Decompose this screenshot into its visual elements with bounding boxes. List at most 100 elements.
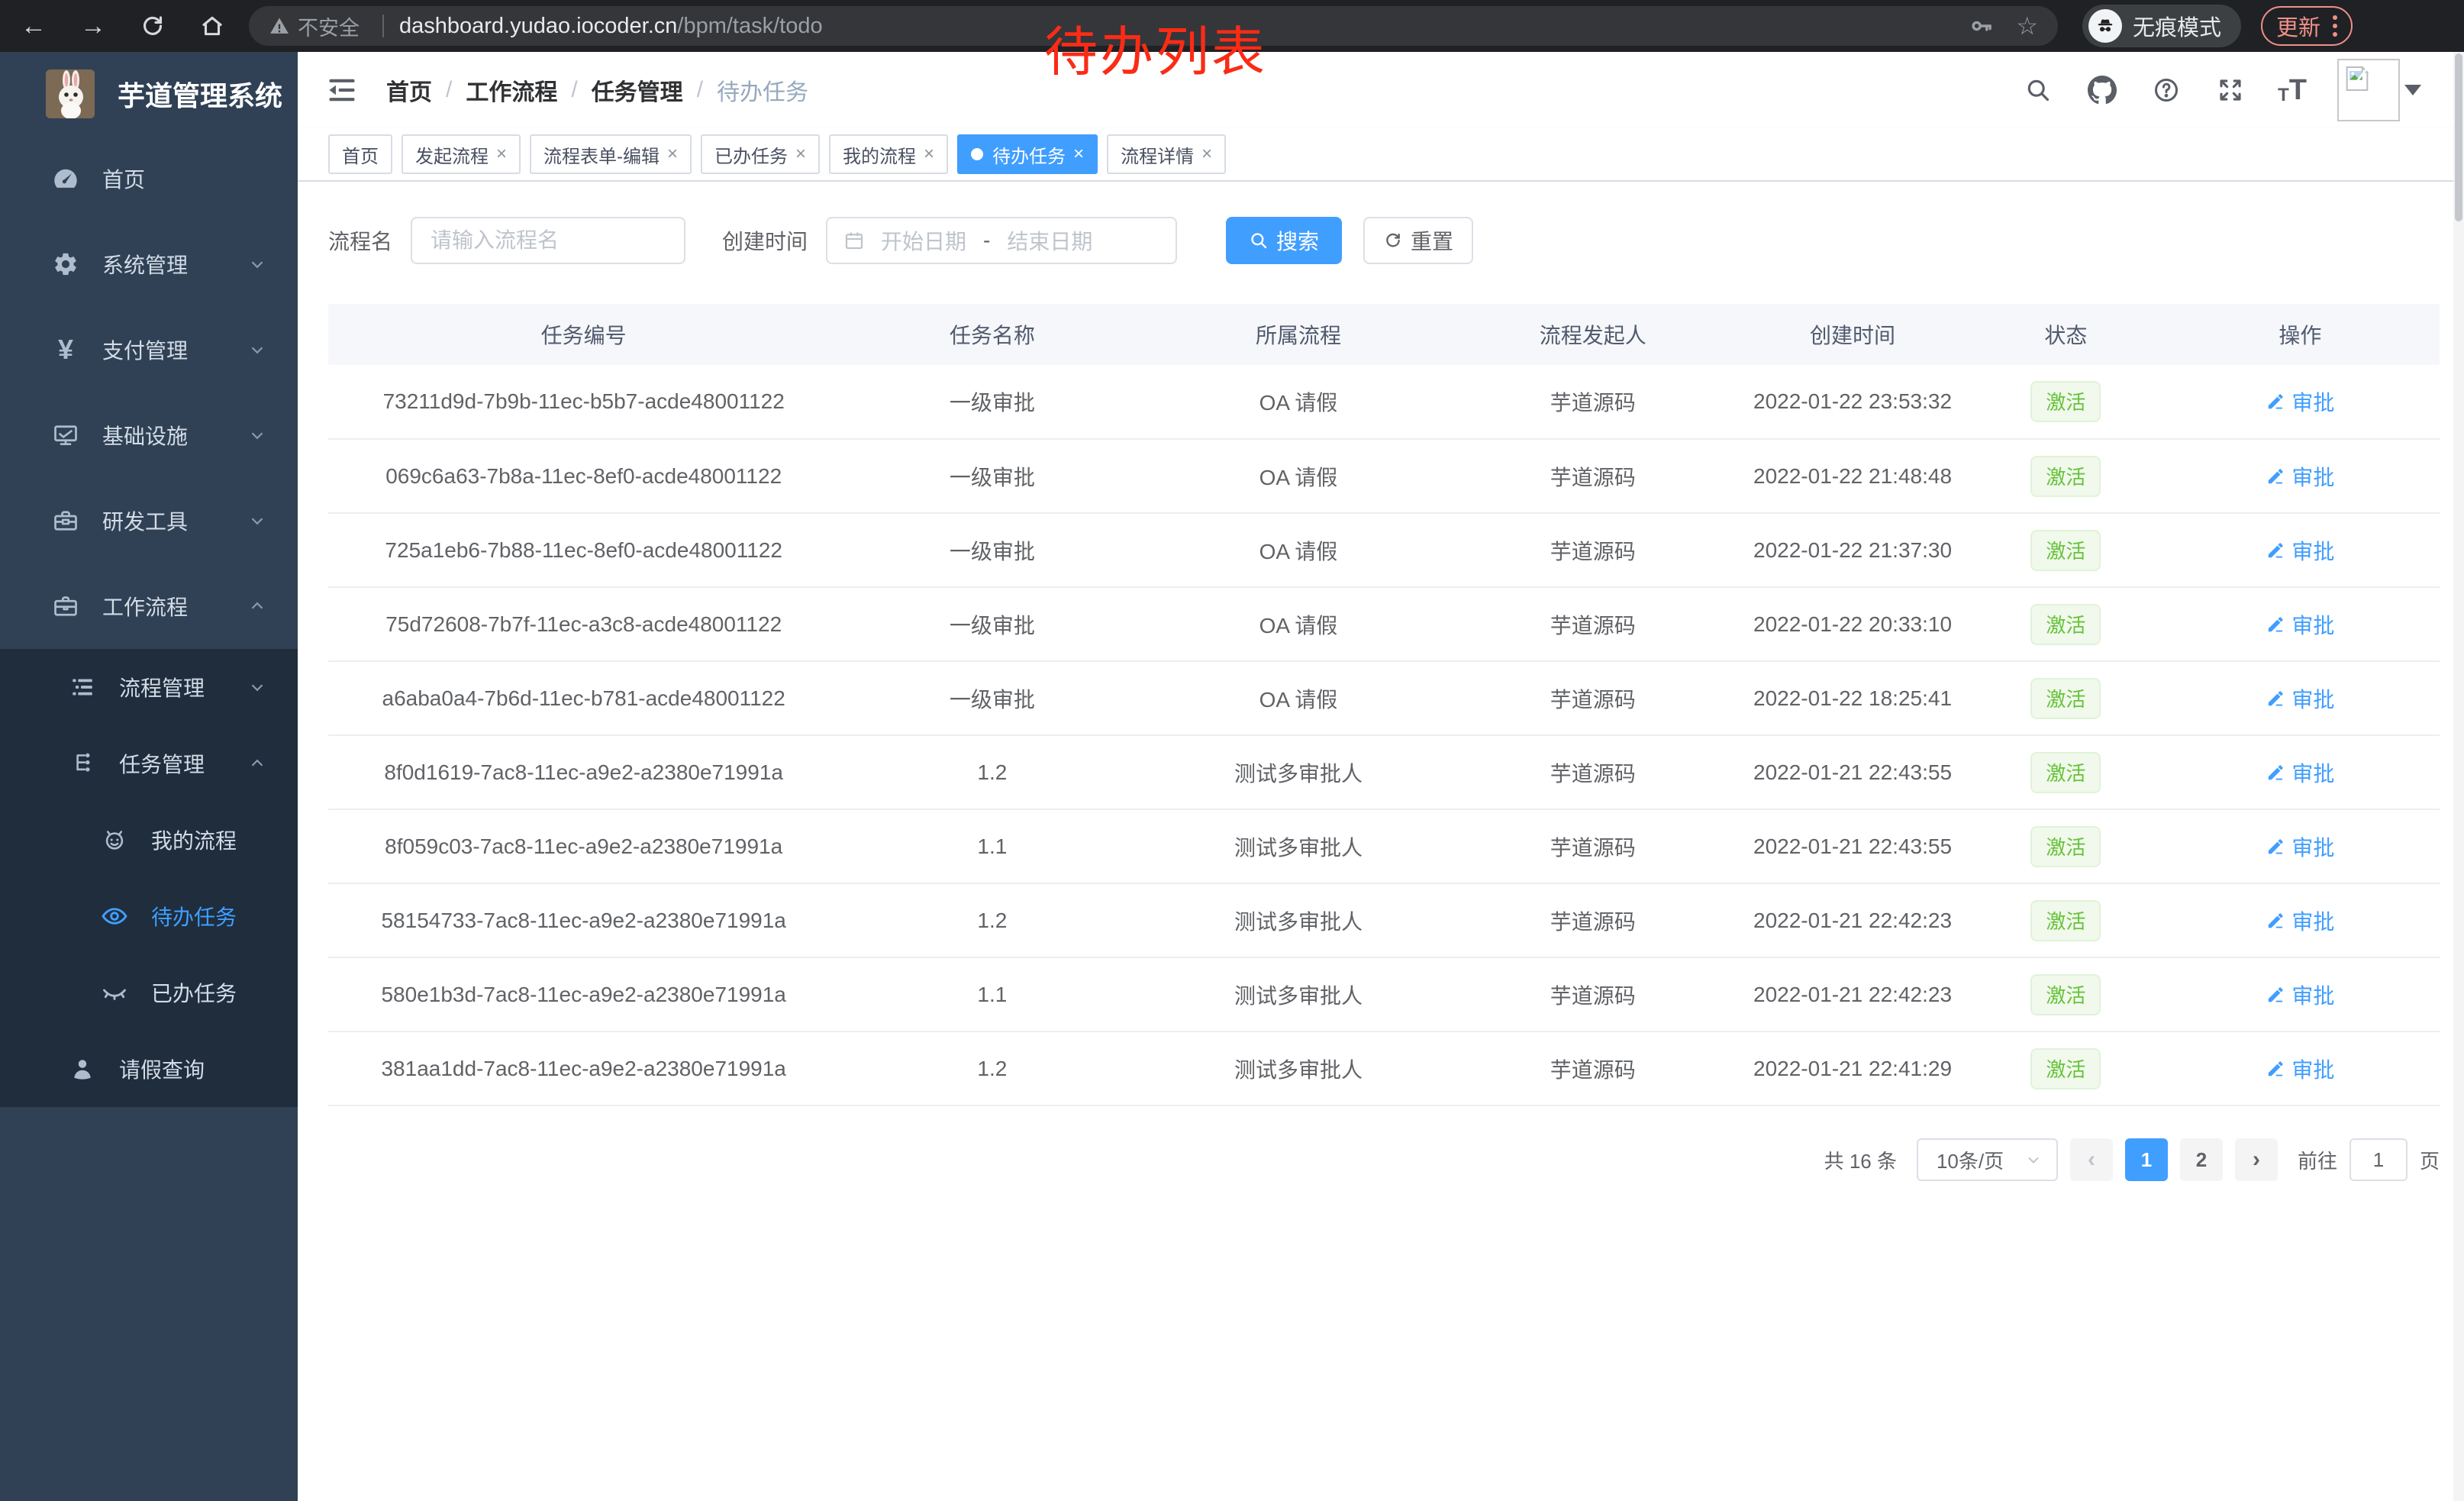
approve-link[interactable]: 审批 xyxy=(2266,386,2334,417)
breadcrumb-task-mgmt[interactable]: 任务管理 xyxy=(592,73,683,107)
filter-form: 流程名 创建时间 开始日期 - 结束日期 搜索 xyxy=(328,217,2440,264)
avatar-dropdown-caret[interactable] xyxy=(2404,85,2421,95)
approve-link[interactable]: 审批 xyxy=(2266,905,2334,936)
sidebar-collapse-icon[interactable] xyxy=(325,73,359,107)
sidebar-item-infra[interactable]: 基础设施 xyxy=(0,392,298,478)
close-icon[interactable]: × xyxy=(1073,144,1084,165)
address-bar[interactable]: 不安全 dashboard.yudao.iocoder.cn/bpm/task/… xyxy=(249,6,2058,46)
task-name-cell: 1.2 xyxy=(839,1031,1145,1106)
sidebar-item-leave-query[interactable]: 请假查询 xyxy=(0,1031,298,1107)
sidebar-item-label: 基础设施 xyxy=(102,420,247,450)
sidebar-item-payment[interactable]: ¥ 支付管理 xyxy=(0,307,298,392)
approve-link[interactable]: 审批 xyxy=(2266,831,2334,862)
scrollbar-thumb[interactable] xyxy=(2455,53,2462,221)
sidebar-item-label: 支付管理 xyxy=(102,334,247,365)
breadcrumb-home[interactable]: 首页 xyxy=(386,73,432,107)
process-cell: OA 请假 xyxy=(1145,587,1451,661)
page-1-button[interactable]: 1 xyxy=(2125,1138,2168,1181)
browser-forward-icon[interactable]: → xyxy=(76,9,110,43)
refresh-icon xyxy=(1383,231,1403,250)
page-size-select[interactable]: 10条/页 xyxy=(1917,1138,2058,1181)
browser-menu-icon[interactable] xyxy=(2333,15,2337,37)
prev-page-button[interactable]: ‹ xyxy=(2070,1138,2113,1181)
sidebar-item-process-mgmt[interactable]: 流程管理 xyxy=(0,649,298,725)
starter-cell: 芋道源码 xyxy=(1451,661,1734,735)
close-icon[interactable]: × xyxy=(496,144,507,165)
approve-link[interactable]: 审批 xyxy=(2266,757,2334,788)
next-page-button[interactable]: › xyxy=(2235,1138,2278,1181)
reset-button[interactable]: 重置 xyxy=(1363,217,1473,264)
process-cell: OA 请假 xyxy=(1145,439,1451,513)
edit-pencil-icon xyxy=(2266,392,2285,412)
tab-home[interactable]: 首页 xyxy=(328,134,392,174)
goto-page-input[interactable] xyxy=(2350,1138,2408,1181)
page-unit-label: 页 xyxy=(2420,1146,2440,1174)
sidebar-item-home[interactable]: 首页 xyxy=(0,136,298,221)
sidebar-item-label: 任务管理 xyxy=(119,748,247,779)
action-cell: 审批 xyxy=(2161,587,2440,661)
sidebar-item-done-tasks[interactable]: 已办任务 xyxy=(0,954,298,1031)
close-icon[interactable]: × xyxy=(1201,144,1212,165)
page-scrollbar[interactable] xyxy=(2453,52,2464,1501)
col-status: 状态 xyxy=(1971,304,2161,365)
task-name-cell: 一级审批 xyxy=(839,587,1145,661)
approve-link[interactable]: 审批 xyxy=(2266,980,2334,1010)
avatar[interactable] xyxy=(2337,59,2400,121)
action-cell: 审批 xyxy=(2161,1031,2440,1106)
tab-process-detail[interactable]: 流程详情× xyxy=(1107,134,1226,174)
approve-link[interactable]: 审批 xyxy=(2266,609,2334,640)
approve-link[interactable]: 审批 xyxy=(2266,1054,2334,1084)
date-range-picker[interactable]: 开始日期 - 结束日期 xyxy=(826,217,1177,264)
status-badge: 激活 xyxy=(2030,381,2101,422)
browser-reload-icon[interactable] xyxy=(136,9,169,43)
tab-form-edit[interactable]: 流程表单-编辑× xyxy=(530,134,692,174)
edit-pencil-icon xyxy=(2266,985,2285,1005)
chevron-down-icon xyxy=(247,677,267,697)
sidebar-item-workflow[interactable]: 工作流程 xyxy=(0,563,298,649)
search-icon[interactable] xyxy=(2021,73,2055,107)
tab-todo-tasks[interactable]: 待办任务× xyxy=(957,134,1098,174)
starter-cell: 芋道源码 xyxy=(1451,883,1734,957)
task-id-cell: 58154733-7ac8-11ec-a9e2-a2380e71991a xyxy=(328,883,839,957)
sidebar-item-my-process[interactable]: 我的流程 xyxy=(0,802,298,878)
sidebar-item-system[interactable]: 系统管理 xyxy=(0,221,298,307)
browser-update-button[interactable]: 更新 xyxy=(2261,6,2353,46)
approve-link[interactable]: 审批 xyxy=(2266,683,2334,714)
close-icon[interactable]: × xyxy=(924,144,934,165)
help-icon[interactable] xyxy=(2150,73,2183,107)
fullscreen-icon[interactable] xyxy=(2214,73,2247,107)
update-label: 更新 xyxy=(2276,10,2320,42)
page-2-button[interactable]: 2 xyxy=(2180,1138,2223,1181)
sidebar-item-task-mgmt[interactable]: 任务管理 xyxy=(0,725,298,802)
tab-start-process[interactable]: 发起流程× xyxy=(402,134,521,174)
tab-my-process[interactable]: 我的流程× xyxy=(829,134,948,174)
tab-done-tasks[interactable]: 已办任务× xyxy=(701,134,820,174)
close-icon[interactable]: × xyxy=(795,144,806,165)
approve-link[interactable]: 审批 xyxy=(2266,535,2334,566)
create-time-cell: 2022-01-21 22:43:55 xyxy=(1734,735,1971,809)
approve-link[interactable]: 审批 xyxy=(2266,461,2334,492)
table-row: 75d72608-7b7f-11ec-a3c8-acde48001122 一级审… xyxy=(328,587,2440,661)
github-icon[interactable] xyxy=(2085,73,2119,107)
sidebar-item-devtools[interactable]: 研发工具 xyxy=(0,478,298,563)
font-size-icon[interactable]: TT xyxy=(2278,76,2307,105)
breadcrumb-workflow[interactable]: 工作流程 xyxy=(466,73,557,107)
sidebar-item-label: 已办任务 xyxy=(151,977,267,1008)
sidebar-item-label: 工作流程 xyxy=(102,591,247,621)
status-cell: 激活 xyxy=(1971,587,2161,661)
process-name-input[interactable] xyxy=(411,217,685,264)
browser-home-icon[interactable] xyxy=(195,9,229,43)
status-cell: 激活 xyxy=(1971,365,2161,439)
search-button[interactable]: 搜索 xyxy=(1226,217,1342,264)
status-badge: 激活 xyxy=(2030,456,2101,497)
browser-back-icon[interactable]: ← xyxy=(17,9,50,43)
bookmark-star-icon[interactable]: ☆ xyxy=(2016,11,2038,40)
close-icon[interactable]: × xyxy=(667,144,678,165)
password-key-icon[interactable] xyxy=(1969,13,1995,39)
sidebar-item-label: 请假查询 xyxy=(119,1054,267,1084)
sidebar-item-todo-tasks[interactable]: 待办任务 xyxy=(0,878,298,954)
task-id-cell: a6aba0a4-7b6d-11ec-b781-acde48001122 xyxy=(328,661,839,735)
edit-pencil-icon xyxy=(2266,615,2285,634)
status-badge: 激活 xyxy=(2030,530,2101,571)
status-cell: 激活 xyxy=(1971,883,2161,957)
